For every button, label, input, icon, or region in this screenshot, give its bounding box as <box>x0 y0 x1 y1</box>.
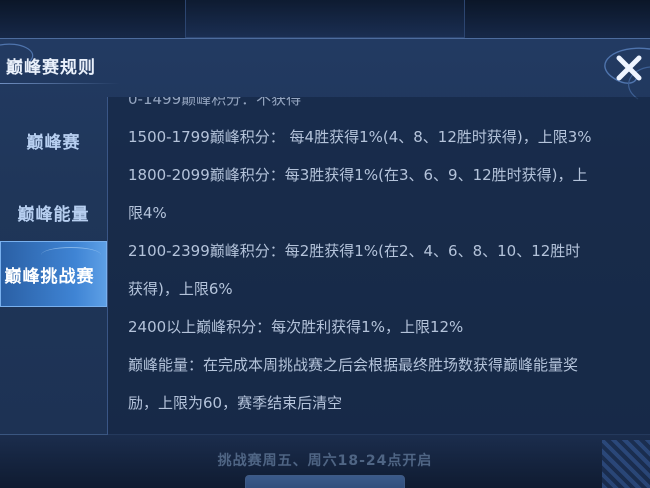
background-frame <box>185 0 465 38</box>
sidebar-item-label: 巅峰能量 <box>17 204 90 225</box>
sidebar-item-peak-energy[interactable]: 巅峰能量 <box>0 179 107 245</box>
modal-title: 巅峰赛规则 <box>6 58 96 78</box>
background-button <box>245 475 405 488</box>
rules-modal: 巅峰赛规则 巅峰赛 巅峰能量 巅峰挑战赛 0-1499巅峰积分：不获得 1500… <box>0 38 650 435</box>
rule-line: 2100-2399巅峰积分：每2胜获得1%(在2、4、6、8、10、12胜时 <box>128 242 581 260</box>
rule-line: 巅峰能量：在完成本周挑战赛之后会根据最终胜场数获得巅峰能量奖 <box>128 356 579 374</box>
close-icon <box>616 55 642 81</box>
corner-decoration <box>602 440 650 488</box>
background-top <box>0 0 650 40</box>
rule-line: 1500-1799巅峰积分： 每4胜获得1%(4、8、12胜时获得)，上限3% <box>128 128 592 146</box>
rule-line: 2400以上巅峰积分：每次胜利获得1%，上限12% <box>128 318 464 336</box>
sidebar-item-peak-challenge[interactable]: 巅峰挑战赛 <box>0 241 107 307</box>
background-bottom: 挑战赛周五、周六18-24点开启 <box>0 435 650 488</box>
rules-content[interactable]: 0-1499巅峰积分：不获得 1500-1799巅峰积分： 每4胜获得1%(4、… <box>107 97 650 435</box>
sidebar-item-peak-match[interactable]: 巅峰赛 <box>0 107 107 173</box>
sidebar-item-label: 巅峰赛 <box>26 132 81 153</box>
title-divider <box>0 83 120 84</box>
rule-line: 励，上限为60，赛季结束后清空 <box>128 394 343 412</box>
rule-line: 限4% <box>128 204 167 222</box>
rule-line: 1800-2099巅峰积分：每3胜获得1%(在3、6、9、12胜时获得)，上 <box>128 166 588 184</box>
tab-glow <box>41 247 101 263</box>
schedule-hint: 挑战赛周五、周六18-24点开启 <box>217 453 433 469</box>
rules-scroll: 0-1499巅峰积分：不获得 1500-1799巅峰积分： 每4胜获得1%(4、… <box>128 97 648 417</box>
sidebar: 巅峰赛 巅峰能量 巅峰挑战赛 <box>0 97 107 435</box>
close-button[interactable] <box>612 51 646 85</box>
sidebar-item-label: 巅峰挑战赛 <box>4 266 95 287</box>
rule-line-partial: 0-1499巅峰积分：不获得 <box>128 97 302 108</box>
rule-line: 获得)，上限6% <box>128 280 233 298</box>
